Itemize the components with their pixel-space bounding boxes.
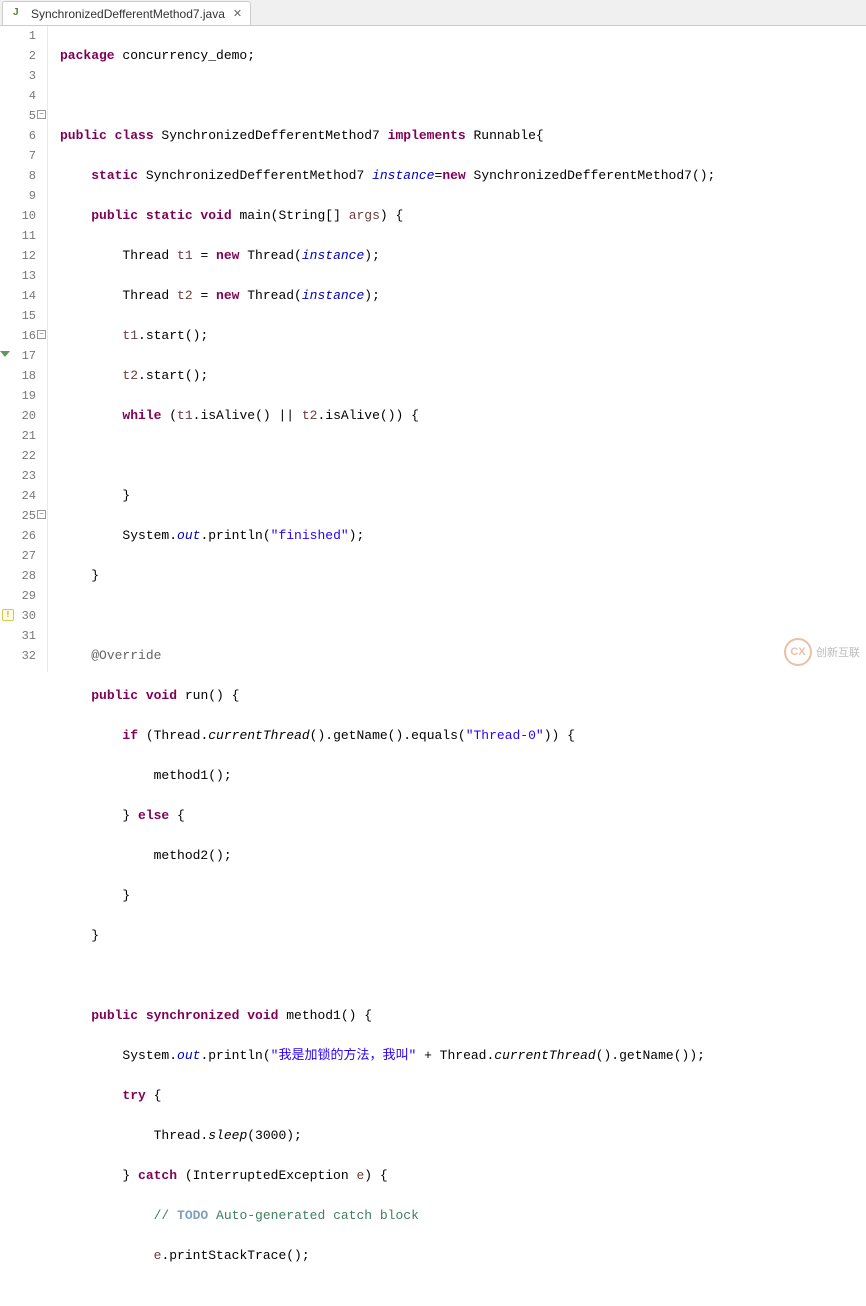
line-number: 8 bbox=[0, 166, 36, 186]
code-line: method1(); bbox=[60, 766, 866, 786]
line-number: !30 bbox=[0, 606, 36, 626]
code-line: Thread.sleep(3000); bbox=[60, 1126, 866, 1146]
line-number: 2 bbox=[0, 46, 36, 66]
line-number: 27 bbox=[0, 546, 36, 566]
code-line: Thread t2 = new Thread(instance); bbox=[60, 286, 866, 306]
code-line: while (t1.isAlive() || t2.isAlive()) { bbox=[60, 406, 866, 426]
code-line: public static void main(String[] args) { bbox=[60, 206, 866, 226]
code-line: e.printStackTrace(); bbox=[60, 1246, 866, 1266]
code-line: t1.start(); bbox=[60, 326, 866, 346]
line-number: 11 bbox=[0, 226, 36, 246]
line-number: 28 bbox=[0, 566, 36, 586]
line-number: 24 bbox=[0, 486, 36, 506]
line-number: 25− bbox=[0, 506, 36, 526]
line-number: 32 bbox=[0, 646, 36, 666]
watermark-logo-icon: CX bbox=[784, 638, 812, 666]
line-number: 29 bbox=[0, 586, 36, 606]
line-number: 10 bbox=[0, 206, 36, 226]
watermark: CX 创新互联 bbox=[784, 638, 860, 666]
code-line bbox=[60, 446, 866, 466]
line-number: 3 bbox=[0, 66, 36, 86]
code-line bbox=[60, 606, 866, 626]
code-line: System.out.println("finished"); bbox=[60, 526, 866, 546]
code-line: } bbox=[60, 566, 866, 586]
code-line: } else { bbox=[60, 806, 866, 826]
code-line: // TODO Auto-generated catch block bbox=[60, 1206, 866, 1226]
code-line: if (Thread.currentThread().getName().equ… bbox=[60, 726, 866, 746]
line-number: 18 bbox=[0, 366, 36, 386]
line-number: 5− bbox=[0, 106, 36, 126]
line-number: 15 bbox=[0, 306, 36, 326]
code-line: public synchronized void method1() { bbox=[60, 1006, 866, 1026]
line-number: 9 bbox=[0, 186, 36, 206]
line-number: 22 bbox=[0, 446, 36, 466]
override-marker-icon bbox=[0, 351, 10, 357]
line-number: 19 bbox=[0, 386, 36, 406]
line-number: 13 bbox=[0, 266, 36, 286]
line-number: 14 bbox=[0, 286, 36, 306]
line-number: 23 bbox=[0, 466, 36, 486]
code-line: } catch (InterruptedException e) { bbox=[60, 1166, 866, 1186]
code-line: public void run() { bbox=[60, 686, 866, 706]
line-number: 7 bbox=[0, 146, 36, 166]
line-number: 6 bbox=[0, 126, 36, 146]
close-icon[interactable]: ✕ bbox=[233, 7, 242, 20]
line-number: 20 bbox=[0, 406, 36, 426]
code-line: Thread t1 = new Thread(instance); bbox=[60, 246, 866, 266]
watermark-text: 创新互联 bbox=[816, 644, 860, 660]
editor-tab[interactable]: SynchronizedDefferentMethod7.java ✕ bbox=[2, 1, 251, 25]
line-number: 12 bbox=[0, 246, 36, 266]
line-number: 31 bbox=[0, 626, 36, 646]
line-number: 21 bbox=[0, 426, 36, 446]
code-line: @Override bbox=[60, 646, 866, 666]
java-file-icon bbox=[11, 6, 27, 22]
line-number: 4 bbox=[0, 86, 36, 106]
code-line: method2(); bbox=[60, 846, 866, 866]
code-line: package concurrency_demo; bbox=[60, 46, 866, 66]
code-line: t2.start(); bbox=[60, 366, 866, 386]
code-editor[interactable]: 1 2 3 4 5− 6 7 8 9 10 11 12 13 14 15 16−… bbox=[0, 26, 866, 672]
code-line: } bbox=[60, 886, 866, 906]
line-number: 17 bbox=[0, 346, 36, 366]
code-line: } bbox=[60, 926, 866, 946]
tab-filename: SynchronizedDefferentMethod7.java bbox=[31, 7, 225, 21]
line-gutter: 1 2 3 4 5− 6 7 8 9 10 11 12 13 14 15 16−… bbox=[0, 26, 42, 672]
code-line: System.out.println("我是加锁的方法，我叫" + Thread… bbox=[60, 1046, 866, 1066]
warning-marker-icon: ! bbox=[2, 609, 14, 621]
code-line: } bbox=[60, 486, 866, 506]
code-line: static SynchronizedDefferentMethod7 inst… bbox=[60, 166, 866, 186]
code-area[interactable]: package concurrency_demo; public class S… bbox=[42, 26, 866, 672]
line-number: 1 bbox=[0, 26, 36, 46]
line-number: 16− bbox=[0, 326, 36, 346]
code-line: try { bbox=[60, 1086, 866, 1106]
code-line: public class SynchronizedDefferentMethod… bbox=[60, 126, 866, 146]
code-line bbox=[60, 966, 866, 986]
tab-bar: SynchronizedDefferentMethod7.java ✕ bbox=[0, 0, 866, 26]
code-line bbox=[60, 86, 866, 106]
line-number: 26 bbox=[0, 526, 36, 546]
